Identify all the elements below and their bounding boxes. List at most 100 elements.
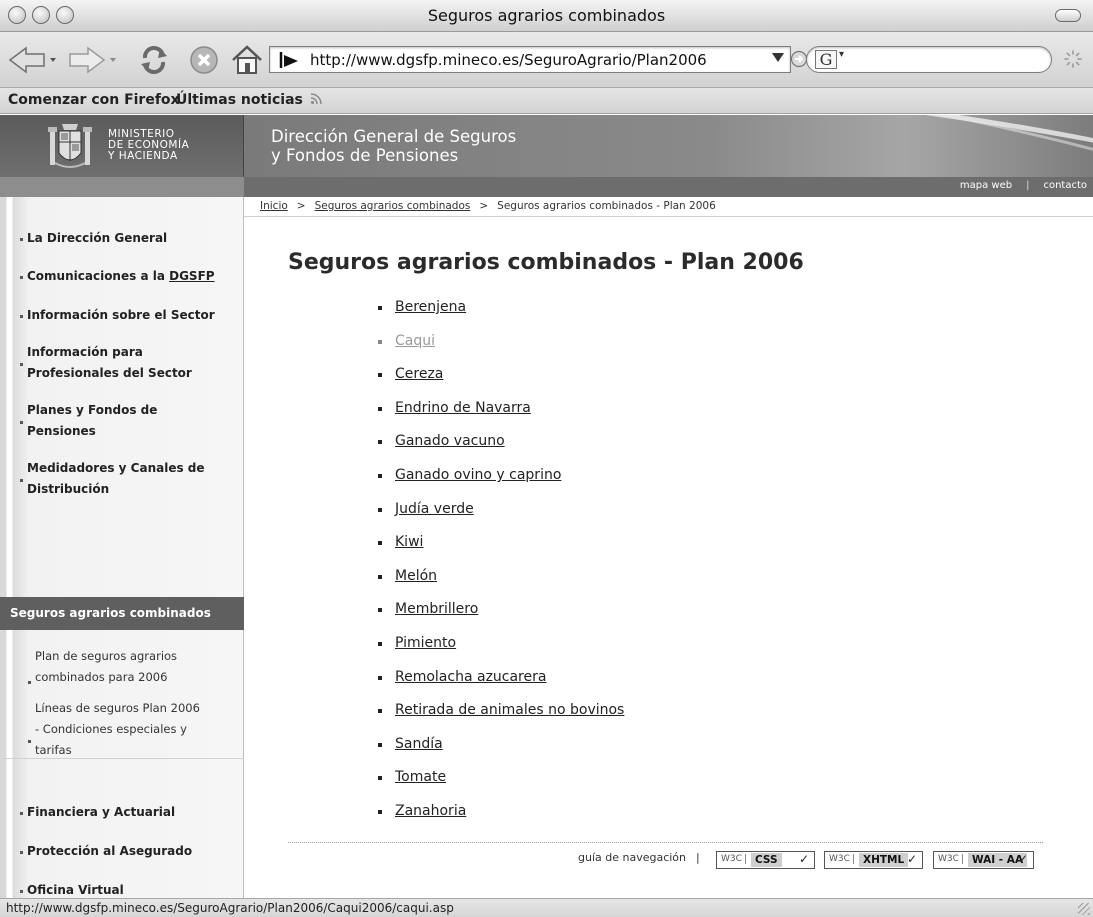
sidebar-section-seguros-agrarios[interactable]: Seguros agrarios combinados bbox=[0, 597, 244, 630]
bullet-icon bbox=[378, 574, 382, 579]
resize-grip-icon[interactable] bbox=[1078, 903, 1090, 915]
bookmark-comenzar-firefox[interactable]: Comenzar con Firefox bbox=[8, 92, 180, 108]
breadcrumb-separator: > bbox=[479, 200, 489, 212]
sidebar-item-label: Financiera y Actuarial bbox=[27, 805, 176, 819]
search-engine-dropdown-icon[interactable]: ▾ bbox=[839, 49, 844, 60]
nav-bullet bbox=[20, 812, 23, 815]
sidebar-item-label: Distribución bbox=[27, 482, 110, 496]
nav-bullet bbox=[20, 315, 23, 318]
sidebar-item-label: Pensiones bbox=[27, 424, 96, 438]
sidebar-item-planes-fondos[interactable]: Planes y Fondos de Pensiones bbox=[27, 400, 157, 442]
bullet-icon bbox=[378, 809, 382, 814]
bullet-icon bbox=[378, 608, 382, 613]
utility-bar: mapa web | contacto bbox=[0, 177, 1093, 197]
utility-separator: | bbox=[1026, 180, 1030, 191]
bullet-icon bbox=[378, 339, 382, 344]
nav-bullet bbox=[28, 740, 31, 743]
sidebar-subitem-lineas-seguros[interactable]: Líneas de seguros Plan 2006 - Condicione… bbox=[35, 698, 200, 761]
bullet-icon bbox=[378, 641, 382, 646]
stop-icon bbox=[190, 46, 218, 74]
crop-link[interactable]: Pimiento bbox=[395, 635, 456, 651]
stop-button[interactable] bbox=[184, 44, 224, 76]
crop-link[interactable]: Tomate bbox=[395, 769, 446, 785]
sidebar-nav: La Dirección General Comunicaciones a la… bbox=[0, 197, 244, 898]
nav-bullet bbox=[20, 851, 23, 854]
checkmark-icon: ✓ bbox=[1017, 852, 1028, 866]
sidebar-item-oficina-virtual[interactable]: Oficina Virtual bbox=[27, 880, 124, 898]
mapa-web-link[interactable]: mapa web bbox=[960, 180, 1012, 191]
contacto-link[interactable]: contacto bbox=[1043, 180, 1087, 191]
sidebar-item-label: Protección al Asegurado bbox=[27, 844, 193, 858]
w3c-xhtml-badge[interactable]: W3C XHTML ✓ bbox=[824, 851, 923, 869]
footer: guía de navegación | bbox=[578, 851, 710, 864]
dgsfp-abbreviation: DGSFP bbox=[169, 269, 215, 283]
url-text: http://www.dgsfp.mineco.es/SeguroAgrario… bbox=[310, 51, 707, 69]
sidebar-subitem-label: Plan de seguros agrarios bbox=[35, 649, 178, 663]
w3c-logo: W3C bbox=[721, 854, 746, 864]
sidebar-item-direccion-general[interactable]: La Dirección General bbox=[27, 228, 167, 249]
w3c-css-badge[interactable]: W3C CSS ✓ bbox=[716, 851, 815, 869]
ministry-logo[interactable]: MINISTERIO DE ECONOMÍA Y HACIENDA bbox=[0, 115, 244, 177]
footer-divider bbox=[288, 842, 1043, 843]
checkmark-icon: ✓ bbox=[798, 852, 809, 866]
crop-link[interactable]: Kiwi bbox=[395, 534, 423, 550]
crop-link[interactable]: Ganado vacuno bbox=[395, 433, 505, 449]
crop-link[interactable]: Remolacha azucarera bbox=[395, 669, 546, 685]
bullet-icon bbox=[378, 440, 382, 445]
crop-link[interactable]: Sandía bbox=[395, 736, 443, 752]
status-bar: http://www.dgsfp.mineco.es/SeguroAgrario… bbox=[0, 898, 1093, 917]
nav-bullet bbox=[20, 276, 23, 279]
sidebar-item-label: Oficina Virtual bbox=[27, 883, 124, 897]
utility-links: mapa web | contacto bbox=[960, 180, 1087, 191]
ministry-name: MINISTERIO DE ECONOMÍA Y HACIENDA bbox=[108, 129, 189, 162]
nav-bullet bbox=[20, 363, 23, 366]
nav-bullet bbox=[20, 421, 23, 424]
forward-button[interactable] bbox=[66, 44, 122, 76]
forward-arrow-icon bbox=[69, 46, 116, 74]
toolbar-toggle-button[interactable] bbox=[1055, 9, 1081, 22]
sidebar-item-informacion-profesionales[interactable]: Información para Profesionales del Secto… bbox=[27, 342, 192, 384]
crop-link[interactable]: Melón bbox=[395, 568, 437, 584]
search-field[interactable]: G ▾ bbox=[806, 46, 1052, 73]
back-button[interactable] bbox=[6, 44, 62, 76]
crop-link[interactable]: Cereza bbox=[395, 366, 443, 382]
crop-link[interactable]: Berenjena bbox=[395, 299, 466, 315]
loading-spinner-icon bbox=[1064, 50, 1082, 68]
ministry-line: Y HACIENDA bbox=[108, 150, 178, 162]
web-page: MINISTERIO DE ECONOMÍA Y HACIENDA Direcc… bbox=[0, 115, 1093, 898]
breadcrumb-seguros-link[interactable]: Seguros agrarios combinados bbox=[315, 200, 471, 212]
sidebar-item-label: Información sobre el Sector bbox=[27, 308, 215, 322]
bookmark-label: Últimas noticias bbox=[176, 92, 303, 108]
sidebar-subitem-label: - Condiciones especiales y bbox=[35, 722, 187, 736]
crop-link[interactable]: Ganado ovino y caprino bbox=[395, 467, 561, 483]
site-title-line: y Fondos de Pensiones bbox=[271, 146, 459, 165]
w3c-wai-aa-badge[interactable]: W3C WAI - AA ✓ bbox=[933, 851, 1034, 869]
page-title: Seguros agrarios combinados - Plan 2006 bbox=[288, 250, 804, 275]
site-favicon-icon bbox=[279, 52, 298, 68]
navigation-guide-link[interactable]: guía de navegación bbox=[578, 851, 686, 864]
url-history-dropdown-icon[interactable] bbox=[772, 53, 784, 62]
breadcrumb-inicio-link[interactable]: Inicio bbox=[260, 200, 288, 212]
search-engine-icon[interactable]: G bbox=[815, 50, 837, 69]
sidebar-item-financiera[interactable]: Financiera y Actuarial bbox=[27, 802, 175, 823]
crop-link[interactable]: Judía verde bbox=[395, 501, 474, 517]
home-button[interactable] bbox=[228, 44, 266, 76]
footer-separator: | bbox=[696, 851, 700, 864]
reload-button[interactable] bbox=[134, 44, 174, 76]
sidebar-item-comunicaciones[interactable]: Comunicaciones a la DGSFP bbox=[27, 266, 215, 287]
sidebar-item-proteccion-asegurado[interactable]: Protección al Asegurado bbox=[27, 841, 192, 862]
url-field[interactable]: http://www.dgsfp.mineco.es/SeguroAgrario… bbox=[269, 46, 791, 73]
rss-feed-icon bbox=[310, 93, 322, 105]
nav-bullet bbox=[20, 238, 23, 241]
crop-link[interactable]: Membrillero bbox=[395, 601, 478, 617]
sidebar-subitem-plan-seguros[interactable]: Plan de seguros agrarios combinados para… bbox=[35, 646, 177, 688]
bookmark-ultimas-noticias[interactable]: Últimas noticias bbox=[176, 92, 322, 108]
sidebar-item-informacion-sector[interactable]: Información sobre el Sector bbox=[27, 305, 215, 326]
sidebar-item-medidadores[interactable]: Medidadores y Canales de Distribución bbox=[27, 458, 205, 500]
crop-link[interactable]: Endrino de Navarra bbox=[395, 400, 531, 416]
crop-link[interactable]: Zanahoria bbox=[395, 803, 466, 819]
crop-link[interactable]: Caqui bbox=[395, 333, 435, 349]
sidebar-item-label: Profesionales del Sector bbox=[27, 366, 192, 380]
checkmark-icon: ✓ bbox=[906, 852, 917, 866]
crop-link[interactable]: Retirada de animales no bovinos bbox=[395, 702, 624, 718]
